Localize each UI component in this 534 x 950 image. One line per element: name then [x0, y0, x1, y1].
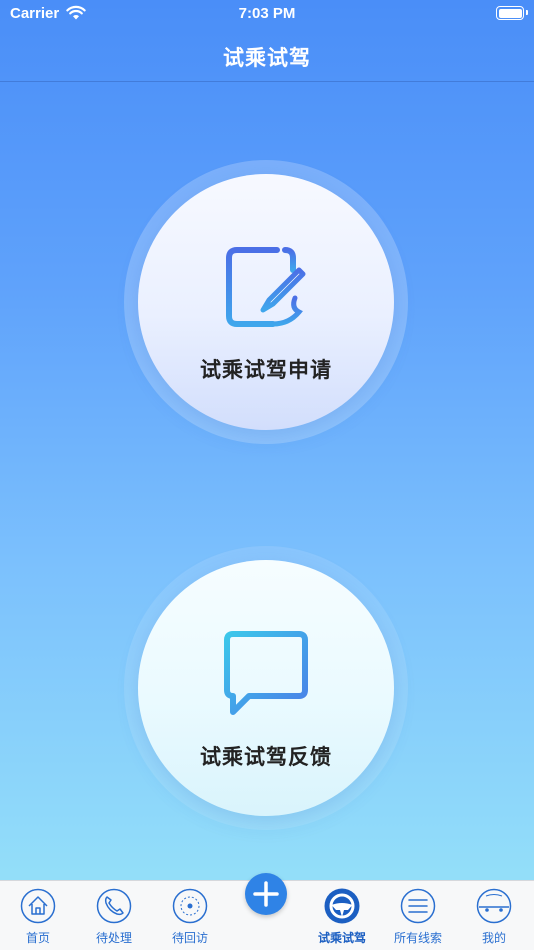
- tab-revisit[interactable]: 待回访: [152, 881, 228, 950]
- list-icon: [400, 888, 436, 924]
- test-drive-feedback-button[interactable]: 试乘试驾反馈: [124, 546, 408, 830]
- add-icon: [253, 881, 279, 907]
- tab-label: 试乘试驾: [317, 931, 366, 945]
- tab-test-drive[interactable]: 试乘试驾: [304, 881, 380, 950]
- tab-mine[interactable]: 我的: [456, 881, 532, 950]
- apply-circle: 试乘试驾申请: [138, 174, 394, 430]
- apply-label: 试乘试驾申请: [200, 359, 332, 382]
- feedback-label: 试乘试驾反馈: [200, 746, 332, 769]
- add-button[interactable]: [245, 873, 287, 915]
- feedback-circle: 试乘试驾反馈: [138, 560, 394, 816]
- tab-label: 我的: [481, 931, 506, 945]
- status-bar: Carrier 7:03 PM: [0, 0, 534, 30]
- message-bubble-icon: [224, 631, 308, 715]
- tab-home[interactable]: 首页: [0, 881, 76, 950]
- edit-document-icon: [226, 247, 306, 327]
- battery-icon: [496, 6, 528, 20]
- page-title: 试乘试驾: [223, 47, 311, 70]
- tab-label: 待处理: [95, 931, 132, 945]
- tab-label: 所有线索: [393, 931, 442, 945]
- navigation-bar: 试乘试驾: [0, 30, 534, 82]
- phone-icon: [96, 888, 132, 924]
- car-profile-icon: [476, 888, 512, 924]
- tab-label: 首页: [25, 931, 50, 945]
- revisit-icon: [172, 888, 208, 924]
- clock: 7:03 PM: [238, 5, 296, 22]
- home-icon: [20, 888, 56, 924]
- tab-pending[interactable]: 待处理: [76, 881, 152, 950]
- test-drive-apply-button[interactable]: 试乘试驾申请: [124, 160, 408, 444]
- steering-wheel-icon: [324, 888, 360, 924]
- tab-label: 待回访: [171, 931, 208, 945]
- tab-all-leads[interactable]: 所有线索: [380, 881, 456, 950]
